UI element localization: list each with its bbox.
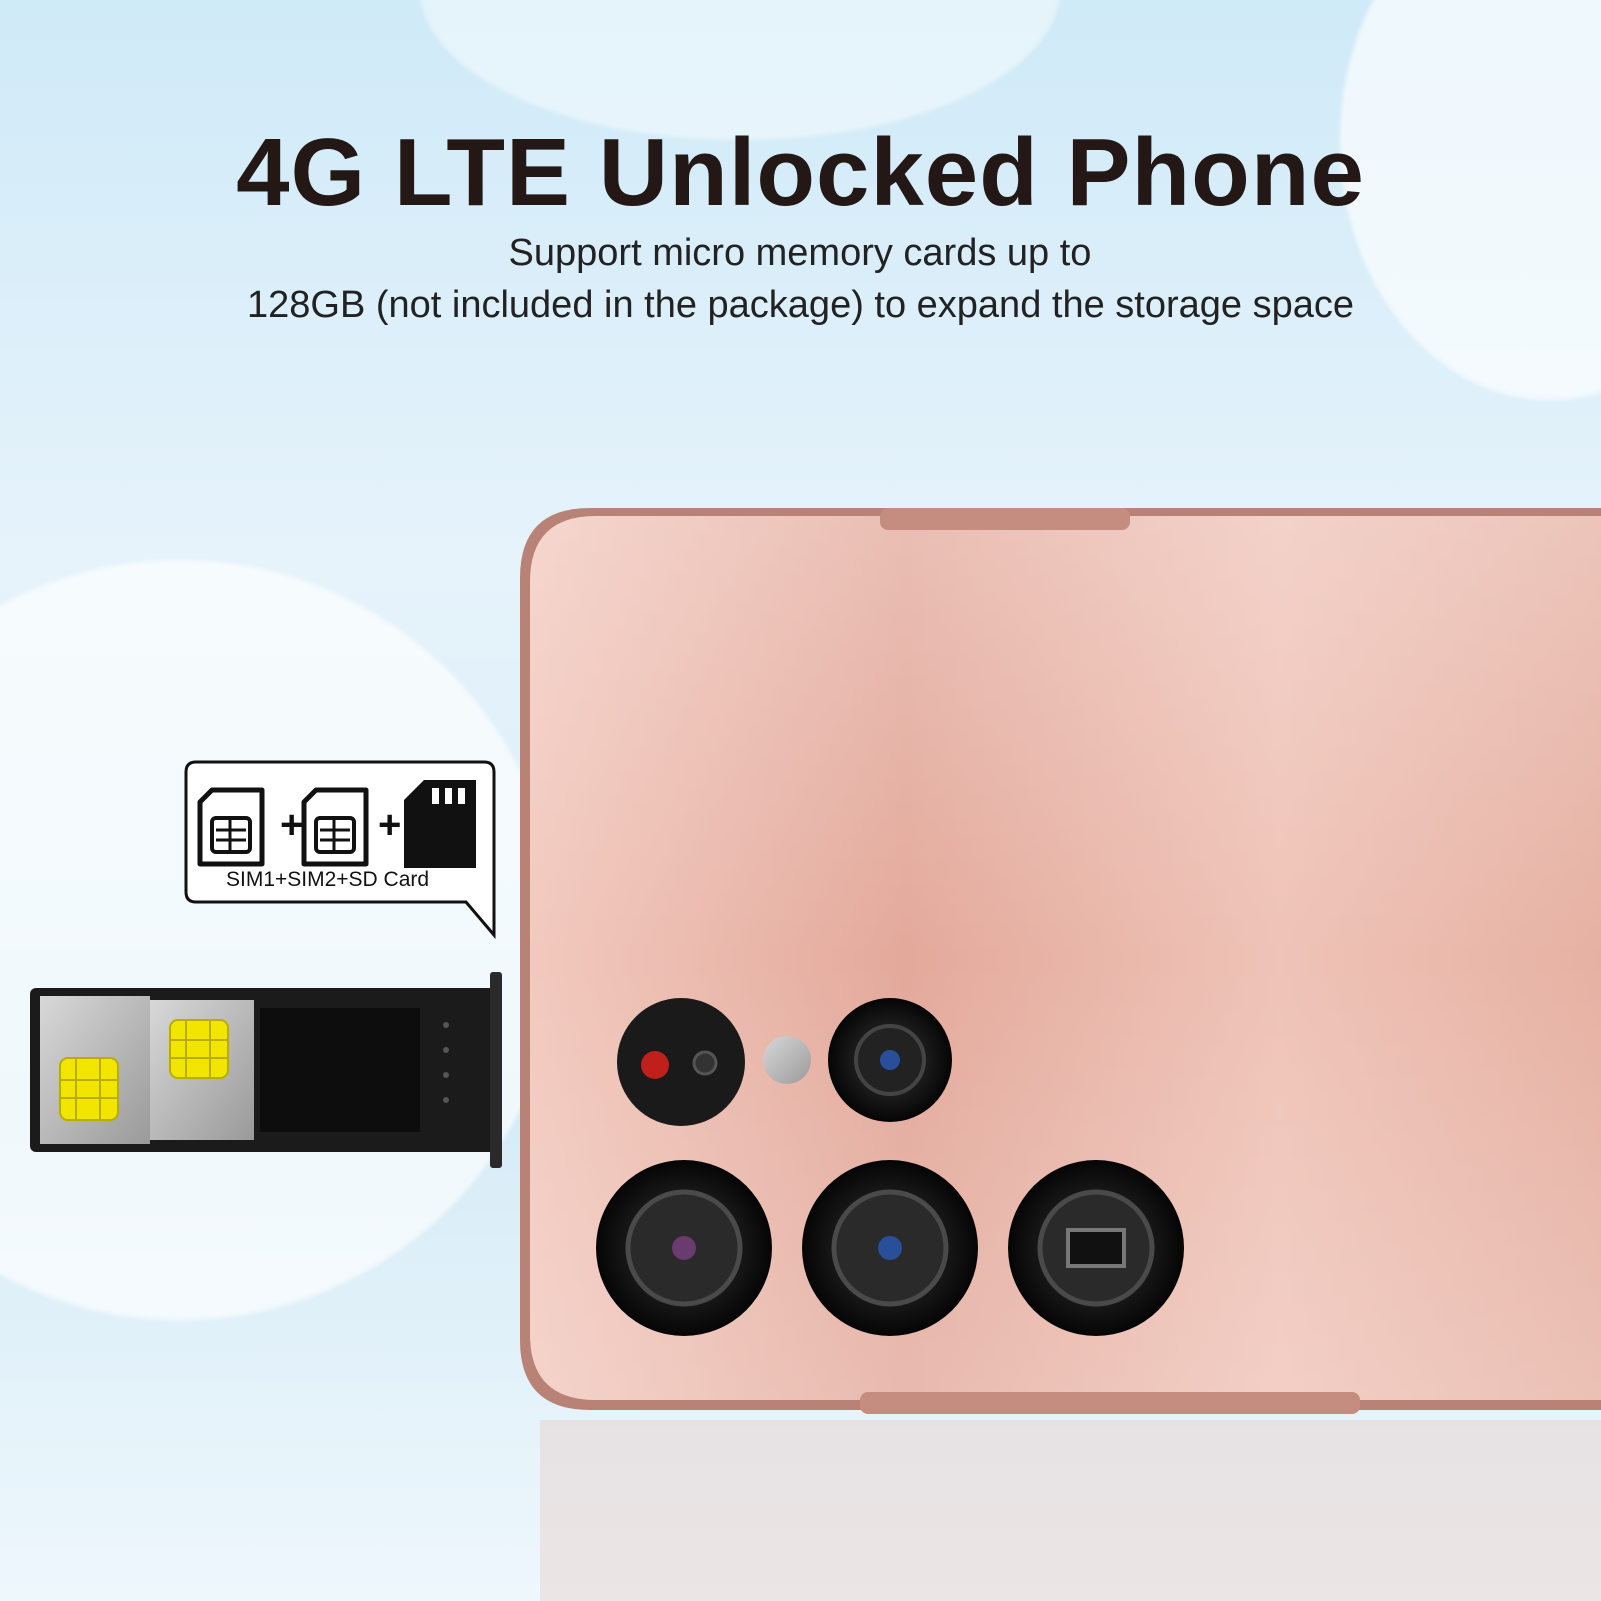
side-frame-bottom bbox=[860, 1392, 1360, 1414]
side-button-top bbox=[880, 508, 1130, 530]
tray-cap bbox=[490, 972, 502, 1168]
product-scene: + + bbox=[30, 508, 1601, 1601]
lens-glass bbox=[672, 1236, 696, 1260]
sim-chip bbox=[59, 1057, 119, 1121]
sensor-dot bbox=[692, 1050, 718, 1076]
sim-chip bbox=[169, 1019, 229, 1079]
sensor-cluster bbox=[617, 998, 745, 1126]
callout-bubble: + + bbox=[184, 760, 496, 940]
microsd-card bbox=[260, 1008, 420, 1132]
sim-tray bbox=[30, 972, 502, 1168]
plus-icon: + bbox=[378, 803, 401, 847]
sensor-red-dot bbox=[641, 1051, 669, 1079]
plus-icon: + bbox=[280, 803, 303, 847]
lens-glass bbox=[878, 1236, 902, 1260]
lens-glass bbox=[880, 1050, 900, 1070]
callout-label: SIM1+SIM2+SD Card bbox=[226, 868, 430, 891]
sd-card-icon bbox=[404, 780, 476, 868]
periscope-window bbox=[1066, 1228, 1126, 1268]
sim-card-icon bbox=[301, 787, 369, 867]
sim-card-icon bbox=[197, 787, 265, 867]
flash-icon bbox=[763, 1036, 811, 1084]
phone-reflection bbox=[540, 1420, 1601, 1601]
